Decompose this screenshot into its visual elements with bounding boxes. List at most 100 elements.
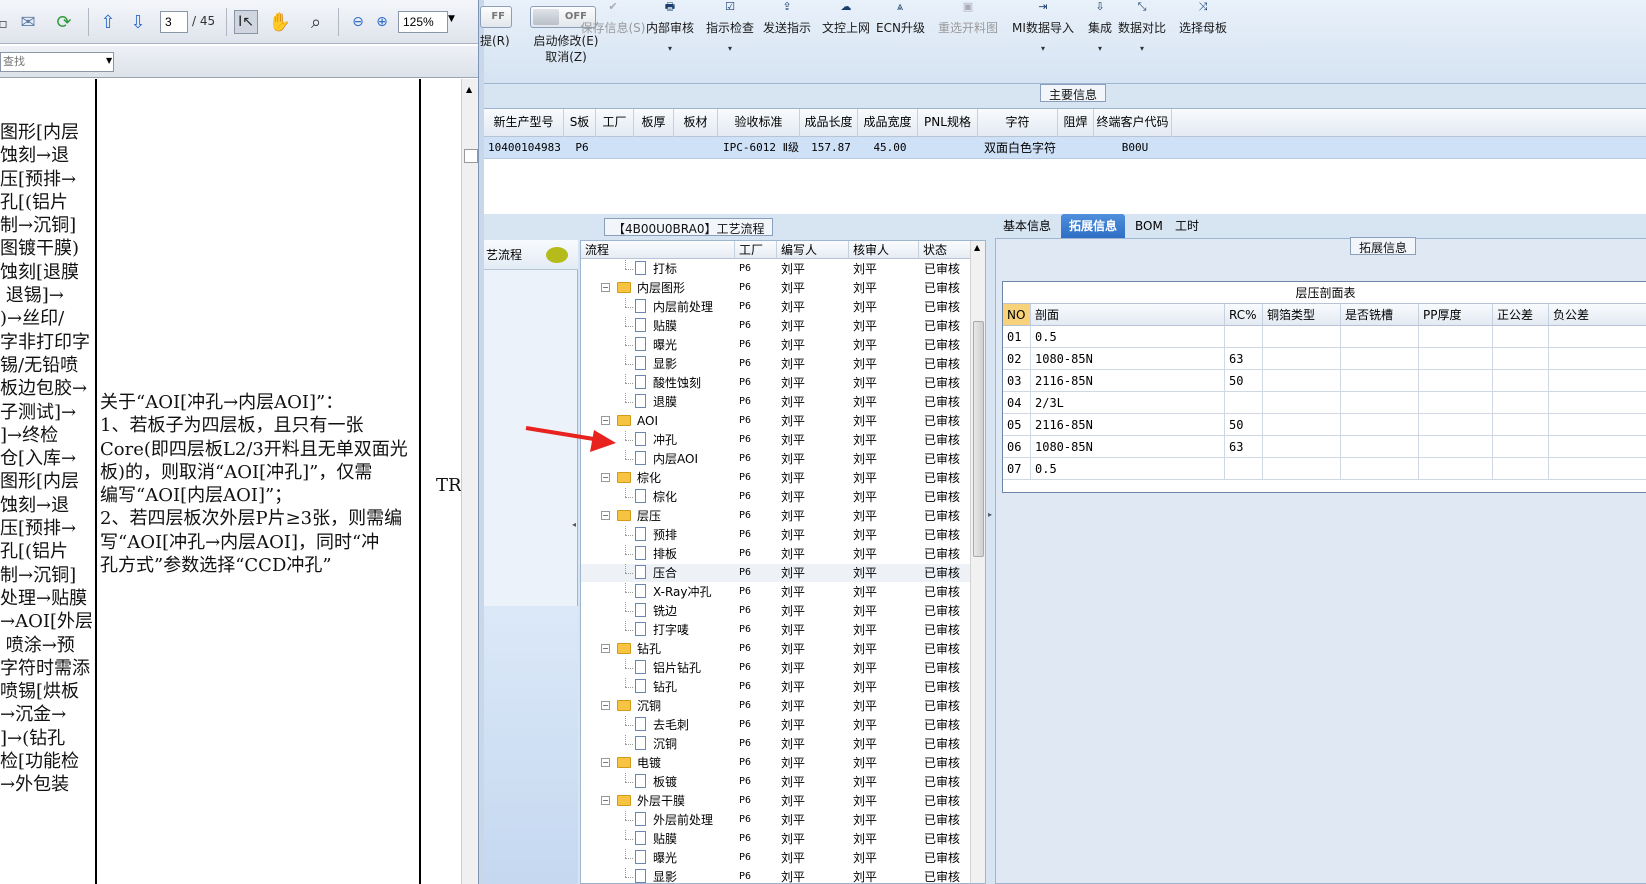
lamination-cell[interactable]: 0.5	[1031, 326, 1225, 348]
process-row[interactable]: 去毛刺 P6 刘平 刘平 已审核	[581, 716, 971, 734]
tab-2[interactable]: BOM	[1127, 214, 1171, 238]
next-page-icon[interactable]: ⇩	[126, 10, 150, 34]
lamination-row[interactable]: 06 1080-85N 63	[1003, 436, 1646, 458]
grid-cell[interactable]	[1058, 137, 1094, 159]
ribbon-button-6[interactable]: ▣ 重选开料图	[932, 0, 1004, 36]
ribbon-button-2[interactable]: ☑ 指示检查 ▾	[700, 0, 760, 53]
lamination-cell[interactable]	[1549, 414, 1646, 436]
hand-tool-icon[interactable]: ✋	[268, 10, 292, 34]
lamination-cell[interactable]: 50	[1225, 370, 1263, 392]
lamination-cell[interactable]	[1341, 414, 1419, 436]
process-row[interactable]: 外层前处理 P6 刘平 刘平 已审核	[581, 811, 971, 829]
ribbon-button-5[interactable]: ⩓ ECN升级	[876, 0, 925, 36]
scroll-thumb[interactable]	[973, 321, 984, 557]
collapse-right-icon[interactable]: ▸	[988, 510, 992, 519]
lamination-row[interactable]: 03 2116-85N 50	[1003, 370, 1646, 392]
find-input[interactable]	[0, 52, 114, 72]
grid-cell[interactable]: 45.00	[858, 137, 918, 159]
collapse-toggle-icon[interactable]: −	[601, 283, 610, 292]
tree-column-header[interactable]: 状态	[919, 241, 971, 259]
grid-cell[interactable]	[674, 137, 718, 159]
tree-column-header[interactable]: 流程	[581, 241, 735, 259]
lamination-cell[interactable]	[1493, 458, 1549, 480]
process-row[interactable]: 打字唛 P6 刘平 刘平 已审核	[581, 621, 971, 639]
process-row[interactable]: 打标 P6 刘平 刘平 已审核	[581, 260, 971, 278]
select-text-icon[interactable]: I↖	[234, 10, 258, 34]
ribbon-button-1[interactable]: 🖶 内部审核 ▾	[640, 0, 700, 53]
lamination-cell[interactable]	[1549, 370, 1646, 392]
main-info-row[interactable]: 10400104983 P6 IPC-6012 Ⅱ级 157.87 45.00 双面白色字…	[484, 137, 1646, 159]
lamination-column-header[interactable]: 负公差	[1549, 304, 1646, 326]
zoom-dropdown-icon[interactable]: ▼	[448, 14, 455, 24]
scroll-up-icon[interactable]: ▲	[974, 243, 980, 252]
process-row[interactable]: − AOI P6 刘平 刘平 已审核	[581, 412, 971, 430]
lamination-cell[interactable]	[1341, 348, 1419, 370]
lamination-cell[interactable]: 2116-85N	[1031, 414, 1225, 436]
lamination-cell[interactable]	[1549, 436, 1646, 458]
lamination-cell[interactable]: 02	[1003, 348, 1031, 370]
lamination-cell[interactable]: 01	[1003, 326, 1031, 348]
process-row[interactable]: 棕化 P6 刘平 刘平 已审核	[581, 488, 971, 506]
lamination-cell[interactable]	[1493, 348, 1549, 370]
tree-vertical-scrollbar[interactable]: ▲	[970, 241, 985, 883]
lamination-cell[interactable]: 04	[1003, 392, 1031, 414]
lamination-cell[interactable]	[1419, 458, 1493, 480]
lamination-column-header[interactable]: 是否铣槽	[1341, 304, 1419, 326]
column-header[interactable]: 验收标准	[718, 109, 800, 137]
process-row[interactable]: − 层压 P6 刘平 刘平 已审核	[581, 507, 971, 525]
cancel-edit-label[interactable]: 取消(Z)	[524, 49, 608, 65]
column-header[interactable]: 终端客户代码	[1094, 109, 1172, 137]
globe-icon[interactable]: ⟳	[52, 10, 76, 34]
lamination-cell[interactable]	[1493, 326, 1549, 348]
lamination-cell[interactable]	[1549, 326, 1646, 348]
lamination-cell[interactable]	[1419, 436, 1493, 458]
process-row[interactable]: − 钻孔 P6 刘平 刘平 已审核	[581, 640, 971, 658]
process-row[interactable]: 铝片钻孔 P6 刘平 刘平 已审核	[581, 659, 971, 677]
process-row[interactable]: 压合 P6 刘平 刘平 已审核	[581, 564, 971, 582]
zoom-out-icon[interactable]: ⊖	[346, 10, 370, 34]
dropdown-arrow-icon[interactable]: ▾	[1114, 44, 1170, 53]
dropdown-arrow-icon[interactable]: ▾	[700, 44, 760, 53]
lamination-cell[interactable]: 07	[1003, 458, 1031, 480]
tab-1[interactable]: 拓展信息	[1061, 214, 1126, 238]
lamination-cell[interactable]	[1263, 370, 1341, 392]
process-row[interactable]: 铣边 P6 刘平 刘平 已审核	[581, 602, 971, 620]
process-row[interactable]: 冲孔 P6 刘平 刘平 已审核	[581, 431, 971, 449]
grid-cell[interactable]: 双面白色字符	[978, 137, 1058, 159]
grid-cell[interactable]	[634, 137, 674, 159]
lamination-cell[interactable]	[1493, 414, 1549, 436]
tab-3[interactable]: 工时	[1167, 214, 1207, 238]
lamination-cell[interactable]	[1341, 436, 1419, 458]
process-row[interactable]: − 电镀 P6 刘平 刘平 已审核	[581, 754, 971, 772]
tree-column-header[interactable]: 编写人	[777, 241, 849, 259]
zoom-in-icon[interactable]: ⊕	[370, 10, 394, 34]
lamination-cell[interactable]	[1341, 370, 1419, 392]
grid-cell[interactable]: P6	[564, 137, 596, 159]
column-header[interactable]: PNL规格	[918, 109, 978, 137]
lamination-cell[interactable]: 2116-85N	[1031, 370, 1225, 392]
page-number-input[interactable]	[160, 11, 188, 33]
collapse-toggle-icon[interactable]: −	[601, 511, 610, 520]
lamination-column-header[interactable]: PP厚度	[1419, 304, 1493, 326]
process-row[interactable]: − 棕化 P6 刘平 刘平 已审核	[581, 469, 971, 487]
collapse-toggle-icon[interactable]: −	[601, 416, 610, 425]
lamination-cell[interactable]: 63	[1225, 348, 1263, 370]
tree-column-header[interactable]: 工厂	[735, 241, 777, 259]
tab-0[interactable]: 基本信息	[995, 214, 1059, 238]
lamination-column-header[interactable]: 铜箔类型	[1263, 304, 1341, 326]
grid-cell[interactable]: IPC-6012 Ⅱ级	[718, 137, 800, 159]
lamination-row[interactable]: 05 2116-85N 50	[1003, 414, 1646, 436]
collapse-toggle-icon[interactable]: −	[601, 473, 610, 482]
ribbon-button-0[interactable]: ✔ 保存信息(S)	[579, 0, 647, 36]
lamination-cell[interactable]	[1263, 392, 1341, 414]
lamination-cell[interactable]: 2/3L	[1031, 392, 1225, 414]
process-row[interactable]: 贴膜 P6 刘平 刘平 已审核	[581, 830, 971, 848]
grid-cell[interactable]: 157.87	[800, 137, 858, 159]
process-row[interactable]: 显影 P6 刘平 刘平 已审核	[581, 355, 971, 373]
lamination-cell[interactable]: 63	[1225, 436, 1263, 458]
process-row[interactable]: 贴膜 P6 刘平 刘平 已审核	[581, 317, 971, 335]
process-row[interactable]: 曝光 P6 刘平 刘平 已审核	[581, 336, 971, 354]
process-row[interactable]: 内层前处理 P6 刘平 刘平 已审核	[581, 298, 971, 316]
collapse-left-icon[interactable]: ◂	[572, 520, 576, 529]
lamination-cell[interactable]	[1549, 348, 1646, 370]
